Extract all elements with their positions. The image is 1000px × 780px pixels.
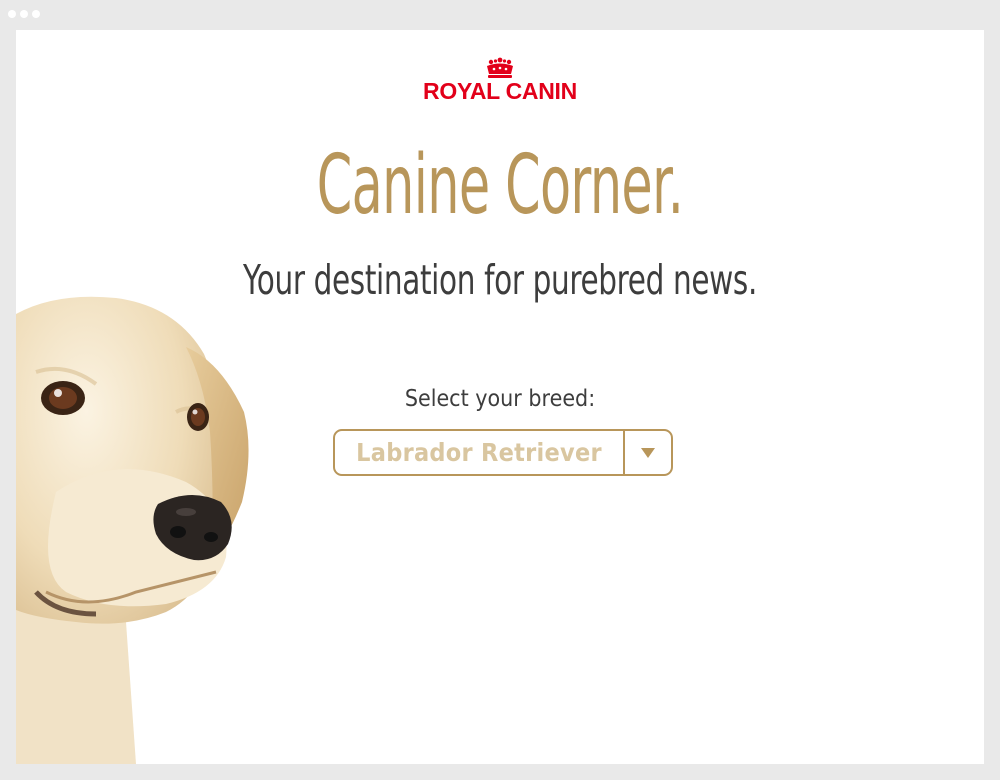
window-dot bbox=[20, 10, 28, 18]
breed-select-toggle[interactable] bbox=[623, 431, 671, 474]
breed-select-value[interactable]: Labrador Retriever bbox=[349, 431, 608, 474]
page-title: Canine Corner. bbox=[316, 138, 684, 233]
labrador-dog-image bbox=[16, 296, 249, 764]
page-content: ROYAL CANIN Canine Corner. Your destinat… bbox=[16, 30, 984, 764]
caret-down-icon bbox=[641, 447, 655, 458]
breed-select[interactable]: Labrador Retriever bbox=[333, 429, 673, 476]
window-dot bbox=[32, 10, 40, 18]
crown-icon bbox=[487, 57, 513, 78]
page-subtitle: Your destination for purebred news. bbox=[243, 256, 757, 304]
royal-canin-logo[interactable]: ROYAL CANIN bbox=[16, 57, 984, 103]
window-dot bbox=[8, 10, 16, 18]
logo-text: ROYAL CANIN bbox=[423, 78, 577, 104]
window-controls bbox=[8, 10, 40, 18]
